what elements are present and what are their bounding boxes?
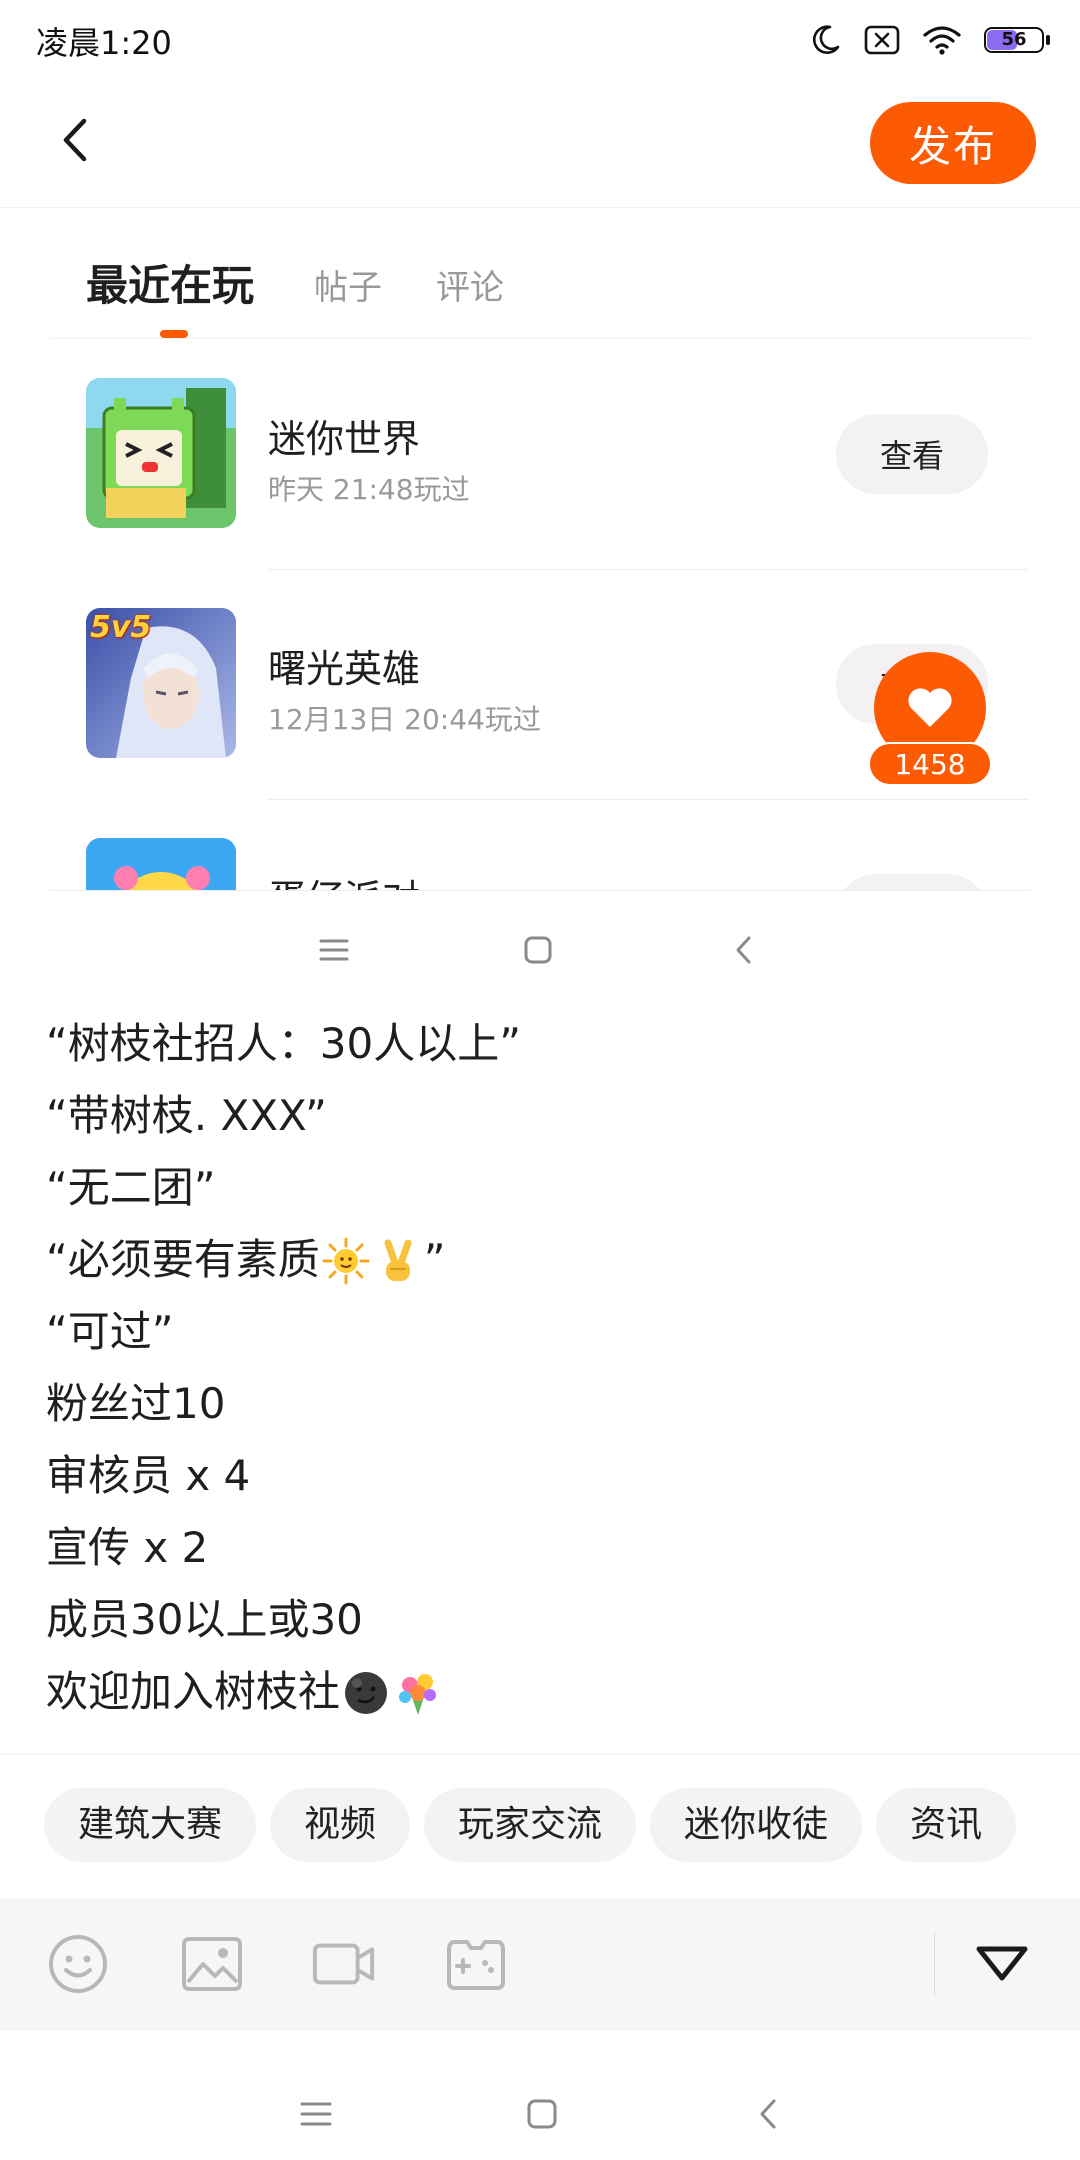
menu-icon[interactable] <box>296 2094 336 2134</box>
topic-tag[interactable]: 建筑大赛 <box>44 1788 257 1862</box>
post-line-text: 欢迎加入树枝社 <box>46 1667 341 1716</box>
divider <box>50 338 1030 339</box>
back-icon <box>724 930 764 970</box>
video-icon[interactable] <box>312 1932 376 1996</box>
tab-recently-played[interactable]: 最近在玩 <box>86 252 254 313</box>
game-icon-mini-world <box>86 378 236 528</box>
collapse-triangle-icon[interactable] <box>970 1932 1034 1996</box>
divider <box>934 1932 935 1996</box>
post-line: 审核员 x 4 <box>46 1451 251 1500</box>
image-icon[interactable] <box>180 1932 244 1996</box>
topic-tag[interactable]: 视频 <box>270 1788 411 1862</box>
divider <box>50 890 1030 891</box>
status-bar: 凌晨1:20 56 <box>0 0 1080 80</box>
topic-tags: 建筑大赛 视频 玩家交流 迷你收徒 资讯 <box>44 1788 1036 1864</box>
home-icon[interactable] <box>522 2094 562 2134</box>
gamepad-icon[interactable] <box>444 1932 508 1996</box>
smirk-moon-emoji <box>342 1667 390 1715</box>
game-name: 曙光英雄 <box>268 647 421 691</box>
post-line-quote: ” <box>423 1235 446 1284</box>
status-icons: 56 <box>808 18 1050 62</box>
game-last-played: 昨天 21:48玩过 <box>268 473 470 506</box>
publish-button[interactable]: 发布 <box>870 102 1036 184</box>
post-content[interactable]: “树枝社招人：30人以上” “带树枝. XXX” “无二团” “必须要有素质” … <box>46 1008 1036 1728</box>
game-icon-badge: 5v5 <box>90 610 152 645</box>
menu-icon <box>314 930 354 970</box>
post-line: 宣传 x 2 <box>46 1523 209 1572</box>
topic-tag[interactable]: 玩家交流 <box>424 1788 637 1862</box>
game-name: 迷你世界 <box>268 417 421 461</box>
battery-icon: 56 <box>984 25 1050 55</box>
embedded-nav-bar <box>0 900 1080 996</box>
post-line: 欢迎加入树枝社 <box>46 1656 1036 1728</box>
editor-toolbar <box>0 1898 1080 2030</box>
wifi-icon <box>922 24 962 56</box>
back-icon[interactable] <box>748 2094 788 2134</box>
post-line: 成员30以上或30 <box>46 1595 363 1644</box>
battery-level: 56 <box>1001 29 1027 50</box>
post-line: “带树枝. XXX” <box>46 1091 327 1140</box>
post-line-text: “必须要有素质 <box>46 1235 320 1284</box>
system-nav-bar <box>0 2030 1080 2160</box>
moon-icon <box>808 23 842 57</box>
back-button[interactable] <box>46 110 106 170</box>
post-line: “必须要有素质 ” <box>46 1224 1036 1296</box>
tab-comments[interactable]: 评论 <box>436 260 504 309</box>
emoji-icon[interactable] <box>46 1932 110 1996</box>
tab-posts[interactable]: 帖子 <box>314 260 382 309</box>
list-item[interactable]: 迷你世界 昨天 21:48玩过 查看 <box>0 340 1080 570</box>
sim-x-icon <box>864 24 900 56</box>
status-time: 凌晨1:20 <box>36 24 172 62</box>
like-count: 1458 <box>868 742 992 786</box>
heart-icon <box>908 688 952 727</box>
chevron-left-icon <box>63 118 87 162</box>
like-button[interactable]: 1458 <box>868 652 992 792</box>
tab-active-indicator <box>160 330 188 338</box>
divider <box>0 1754 1080 1755</box>
bouquet-emoji <box>394 1667 442 1715</box>
view-button[interactable]: 查看 <box>836 874 988 890</box>
topic-tag[interactable]: 迷你收徒 <box>650 1788 863 1862</box>
post-line: “树枝社招人：30人以上” <box>46 1019 521 1068</box>
post-line: 粉丝过10 <box>46 1379 226 1428</box>
game-last-played: 12月13日 20:44玩过 <box>268 703 541 736</box>
post-line: “无二团” <box>46 1163 216 1212</box>
list-item[interactable]: 蛋仔派对 查看 <box>0 800 1080 890</box>
game-icon-dawn-heroes: 5v5 <box>86 608 236 758</box>
view-button[interactable]: 查看 <box>836 414 988 494</box>
game-icon-eggy-party <box>86 838 236 890</box>
sun-emoji <box>322 1235 370 1284</box>
top-bar: 发布 <box>0 80 1080 208</box>
recent-games-list: 迷你世界 昨天 21:48玩过 查看 5v5 曙光英雄 12月13日 20:44… <box>0 340 1080 890</box>
tab-bar: 最近在玩 帖子 评论 <box>0 250 1080 340</box>
post-line: “可过” <box>46 1307 174 1356</box>
victory-hand-emoji <box>374 1235 422 1283</box>
topic-tag[interactable]: 资讯 <box>876 1788 1017 1862</box>
home-icon <box>518 930 558 970</box>
game-name: 蛋仔派对 <box>268 868 420 890</box>
